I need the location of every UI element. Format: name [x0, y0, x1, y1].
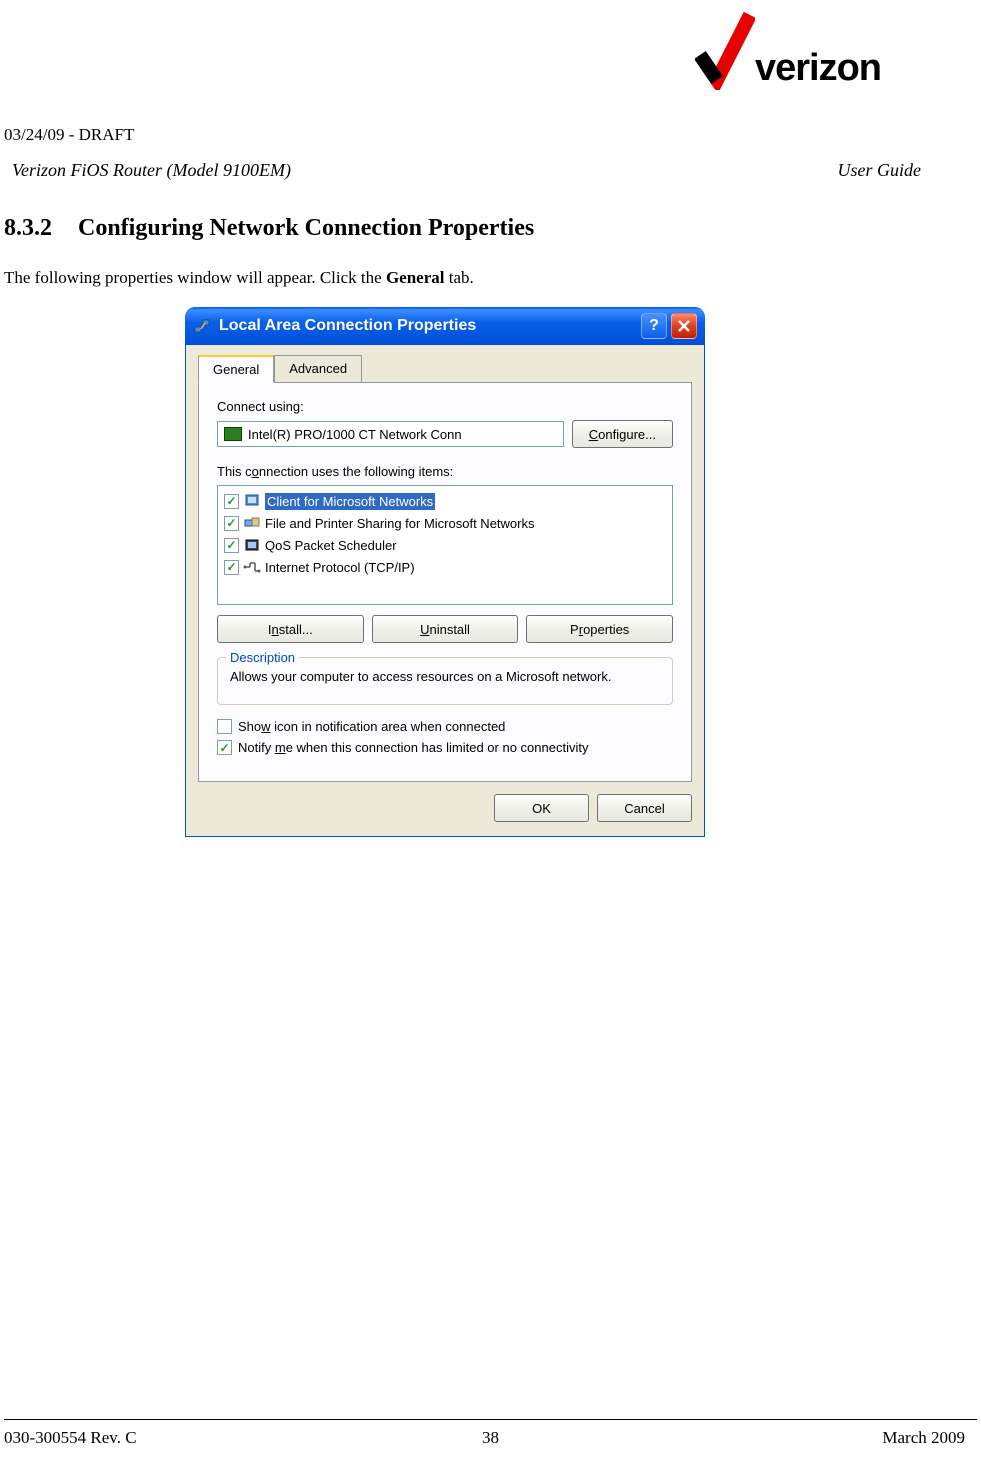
connect-using-label: Connect using:: [217, 399, 673, 414]
list-item[interactable]: ✓ File and Printer Sharing for Microsoft…: [220, 512, 670, 534]
item-label: QoS Packet Scheduler: [265, 538, 397, 553]
verizon-logo: verizon: [695, 10, 881, 90]
cancel-button[interactable]: Cancel: [597, 794, 692, 822]
section-title: Configuring Network Connection Propertie…: [78, 215, 534, 241]
header-draft-date: 03/24/09 - DRAFT: [4, 125, 134, 145]
dialog-body: General Advanced Connect using: Intel(R)…: [185, 345, 705, 837]
show-icon-checkbox-row[interactable]: Show icon in notification area when conn…: [217, 719, 673, 734]
description-group: Description Allows your computer to acce…: [217, 657, 673, 705]
adapter-name: Intel(R) PRO/1000 CT Network Conn: [248, 427, 462, 442]
item-label: File and Printer Sharing for Microsoft N…: [265, 516, 534, 531]
dialog-titlebar[interactable]: Local Area Connection Properties ?: [185, 307, 705, 345]
adapter-field[interactable]: Intel(R) PRO/1000 CT Network Conn: [217, 421, 564, 447]
notify-label: Notify me when this connection has limit…: [238, 740, 588, 755]
footer-date: March 2009: [882, 1428, 965, 1448]
item-label: Internet Protocol (TCP/IP): [265, 560, 415, 575]
checkbox-icon[interactable]: ✓: [224, 516, 239, 531]
install-button[interactable]: Install...: [217, 615, 364, 643]
checkbox-icon[interactable]: ✓: [224, 560, 239, 575]
properties-dialog: Local Area Connection Properties ? Gener…: [185, 307, 705, 837]
dialog-footer: OK Cancel: [198, 794, 692, 822]
item-label: Client for Microsoft Networks: [265, 493, 435, 510]
uninstall-button[interactable]: Uninstall: [372, 615, 519, 643]
ok-button[interactable]: OK: [494, 794, 589, 822]
notify-checkbox-row[interactable]: ✓ Notify me when this connection has lim…: [217, 740, 673, 755]
description-text: Allows your computer to access resources…: [230, 668, 660, 686]
connection-items-list[interactable]: ✓ Client for Microsoft Networks ✓ File a…: [217, 485, 673, 605]
tabs-row: General Advanced: [198, 355, 692, 383]
list-item[interactable]: ✓ Internet Protocol (TCP/IP): [220, 556, 670, 578]
list-item[interactable]: ✓ Client for Microsoft Networks: [220, 490, 670, 512]
tab-content: Connect using: Intel(R) PRO/1000 CT Netw…: [198, 383, 692, 782]
footer-page-number: 38: [482, 1428, 499, 1448]
intro-paragraph: The following properties window will app…: [4, 268, 474, 288]
sharing-icon: [243, 514, 261, 532]
connection-icon: [193, 317, 211, 335]
dialog-title: Local Area Connection Properties: [219, 317, 641, 335]
client-icon: [243, 492, 261, 510]
help-button[interactable]: ?: [641, 313, 667, 339]
qos-icon: [243, 536, 261, 554]
close-button[interactable]: [671, 313, 697, 339]
close-icon: [677, 319, 691, 333]
section-heading: 8.3.2 Configuring Network Connection Pro…: [4, 215, 534, 242]
nic-icon: [224, 427, 242, 441]
header-user-guide: User Guide: [838, 160, 922, 181]
checkbox-icon[interactable]: ✓: [224, 494, 239, 509]
header-model: Verizon FiOS Router (Model 9100EM): [12, 160, 291, 181]
checkbox-icon[interactable]: [217, 719, 232, 734]
checkbox-icon[interactable]: ✓: [224, 538, 239, 553]
footer-revision: 030-300554 Rev. C: [4, 1428, 137, 1448]
show-icon-label: Show icon in notification area when conn…: [238, 719, 505, 734]
properties-button[interactable]: Properties: [526, 615, 673, 643]
description-legend: Description: [226, 650, 299, 665]
verizon-check-icon: [695, 10, 755, 90]
configure-button[interactable]: Configure...: [572, 420, 673, 448]
verizon-logo-text: verizon: [755, 47, 881, 90]
items-label: This connection uses the following items…: [217, 464, 673, 479]
tab-general[interactable]: General: [198, 355, 274, 383]
tcpip-icon: [243, 558, 261, 576]
list-item[interactable]: ✓ QoS Packet Scheduler: [220, 534, 670, 556]
checkbox-icon[interactable]: ✓: [217, 740, 232, 755]
footer-divider: [4, 1419, 977, 1420]
tab-advanced[interactable]: Advanced: [274, 355, 362, 382]
section-number: 8.3.2: [4, 215, 72, 242]
